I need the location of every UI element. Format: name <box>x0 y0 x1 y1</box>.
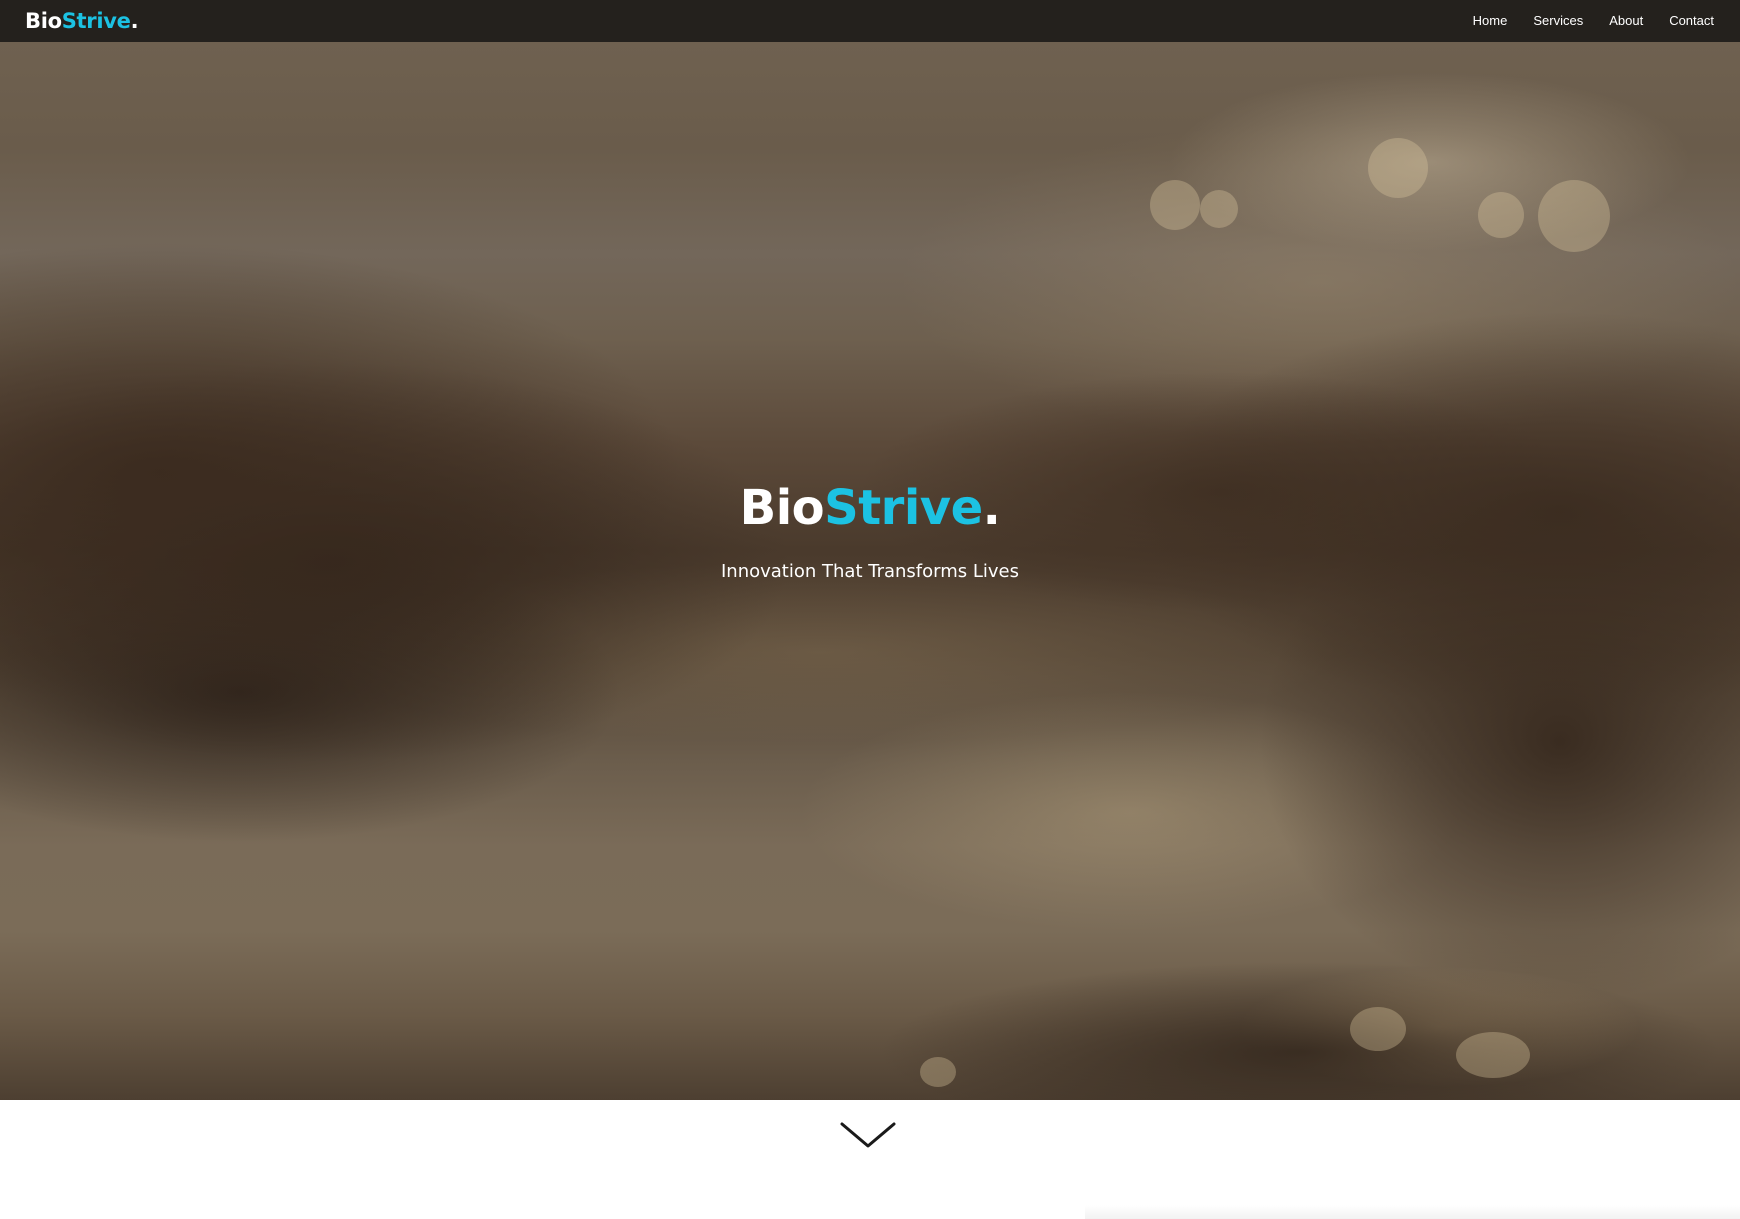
nav-item-services: Services <box>1507 12 1583 30</box>
hero-title: BioStrive. <box>0 482 1740 535</box>
hero-title-dot: . <box>982 480 1001 536</box>
nav-link-services[interactable]: Services <box>1533 14 1583 27</box>
nav-item-home: Home <box>1447 12 1508 30</box>
bokeh-light <box>920 1057 956 1087</box>
nav-link-about[interactable]: About <box>1609 14 1643 27</box>
nav-link-contact[interactable]: Contact <box>1669 14 1714 27</box>
bokeh-light <box>1200 190 1238 228</box>
brand-logo-link[interactable]: BioStrive. <box>25 8 139 33</box>
card-edge-shadow <box>1085 1205 1740 1219</box>
hero-section: BioStrive. Innovation That Transforms Li… <box>0 42 1740 1100</box>
scroll-down-button[interactable] <box>840 1121 896 1151</box>
nav-item-contact: Contact <box>1643 12 1714 30</box>
nav-links: Home Services About Contact <box>1447 12 1714 30</box>
navbar: BioStrive. Home Services About Contact <box>0 0 1740 42</box>
bokeh-light <box>1150 180 1200 230</box>
hero-content: BioStrive. Innovation That Transforms Li… <box>0 482 1740 582</box>
bokeh-light <box>1456 1032 1530 1078</box>
bokeh-light <box>1368 138 1428 198</box>
brand-dot: . <box>130 8 139 33</box>
nav-item-about: About <box>1583 12 1643 30</box>
hero-subtitle: Innovation That Transforms Lives <box>720 560 1019 582</box>
brand-text-strive: Strive <box>61 8 131 33</box>
main-nav: Home Services About Contact <box>1447 12 1714 30</box>
brand-text-bio: Bio <box>25 8 62 33</box>
bokeh-light <box>1538 180 1610 252</box>
bokeh-light <box>1478 192 1524 238</box>
hero-title-bio: Bio <box>739 480 825 536</box>
nav-link-home[interactable]: Home <box>1473 14 1508 27</box>
bokeh-light <box>1350 1007 1406 1051</box>
hero-title-strive: Strive <box>824 480 983 536</box>
chevron-down-icon <box>840 1122 896 1148</box>
